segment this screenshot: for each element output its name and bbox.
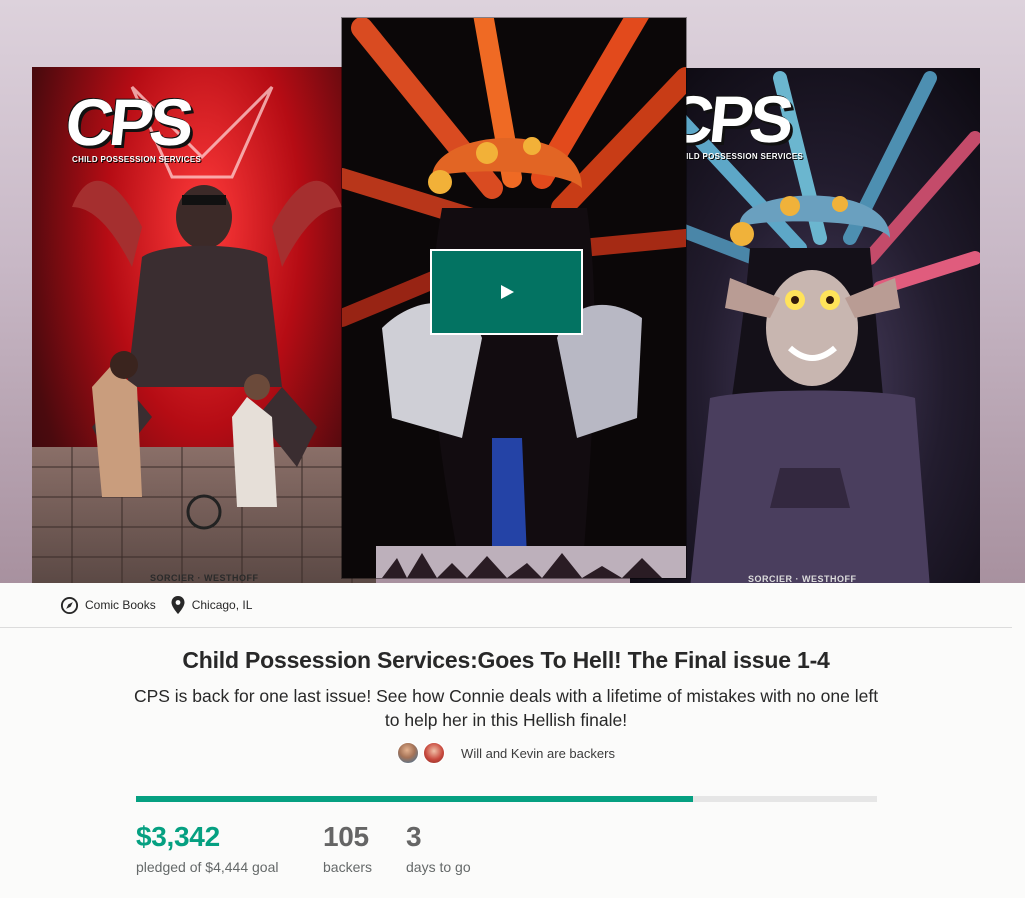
days-label: days to go — [406, 859, 471, 875]
play-video-button[interactable] — [430, 249, 583, 335]
project-blurb: CPS is back for one last issue! See how … — [133, 686, 879, 730]
backers-note: Will and Kevin are backers — [461, 745, 615, 761]
location-label: Chicago, IL — [191, 598, 253, 612]
cover-image-left: CPS CHILD POSSESSION SERVICES SORCIER · … — [32, 67, 376, 583]
cover-credit-left: SORCIER · WESTHOFF — [150, 573, 259, 583]
compass-icon — [60, 596, 79, 614]
friend-backers: Will and Kevin are backers — [0, 742, 1012, 764]
backers-count: 105 — [323, 821, 369, 852]
stat-pledged: $3,342 pledged of $4,444 goal — [136, 820, 278, 875]
backer-avatar — [397, 742, 420, 764]
funding-progress-bar — [136, 796, 877, 802]
cover-subtitle-left: CHILD POSSESSION SERVICES — [72, 155, 202, 164]
stat-backers: 105 backers — [323, 820, 372, 875]
funding-progress-fill — [136, 796, 694, 802]
cover-credit-right: SORCIER · WESTHOFF — [748, 574, 857, 583]
days-count: 3 — [406, 821, 422, 852]
pledged-amount: $3,342 — [136, 821, 220, 852]
backers-label: backers — [323, 859, 373, 875]
location-link[interactable]: Chicago, IL — [170, 595, 253, 615]
cover-logo-left: CPS — [62, 85, 194, 159]
hero-media: CPS CHILD POSSESSION SERVICES SORCIER · … — [0, 0, 1025, 583]
project-meta: Comic Books Chicago, IL — [0, 583, 1012, 628]
project-title: Child Possession Services:Goes To Hell! … — [182, 647, 830, 673]
pledged-label: pledged of $4,444 goal — [136, 859, 279, 875]
play-icon — [500, 285, 514, 299]
location-pin-icon — [171, 596, 185, 614]
backer-avatar — [423, 742, 446, 764]
stat-days: 3 days to go — [406, 820, 471, 875]
category-link[interactable]: Comic Books — [60, 596, 156, 615]
cover-subtitle-right: CHILD POSSESSION SERVICES — [674, 152, 804, 161]
category-label: Comic Books — [85, 598, 156, 612]
